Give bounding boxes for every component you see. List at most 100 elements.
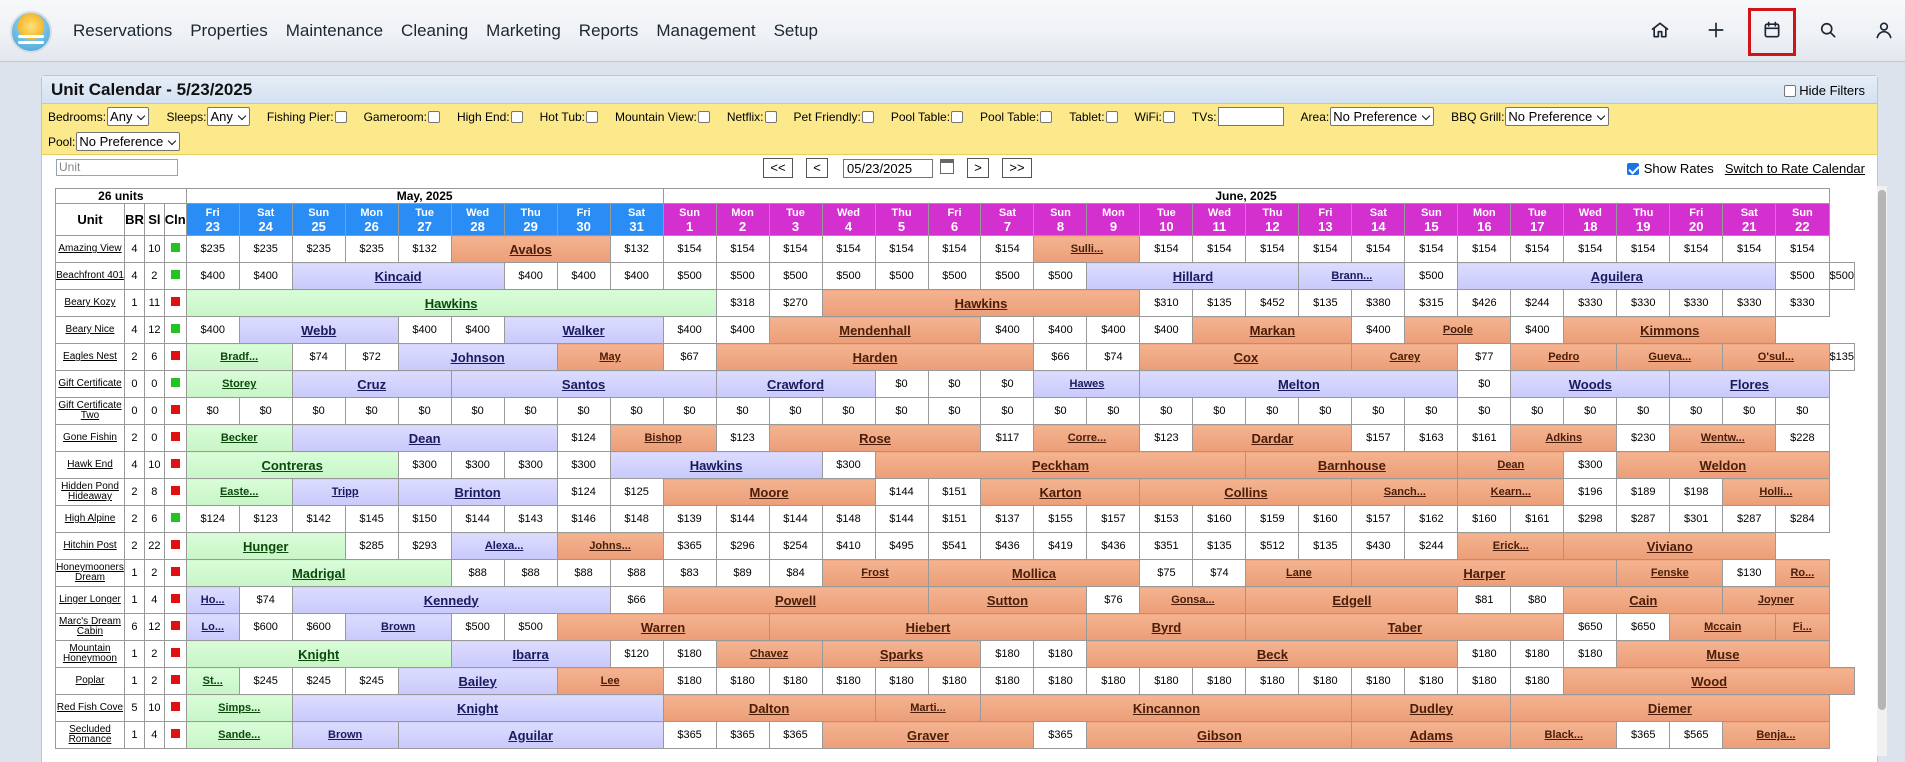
rate-cell[interactable]: $300 [1563,451,1618,479]
rate-cell[interactable]: $500 [503,613,558,641]
rate-cell[interactable]: $500 [927,262,982,290]
rate-cell[interactable]: $400 [397,316,452,344]
unit-name-link[interactable]: Beachfront 401 [55,262,125,290]
rate-cell[interactable]: $146 [556,505,611,533]
rate-cell[interactable]: $287 [1616,505,1671,533]
rate-cell[interactable]: $161 [1457,424,1512,452]
reservation-block[interactable]: Knight [291,694,664,722]
rate-cell[interactable]: $144 [450,505,505,533]
rate-cell[interactable]: $77 [1457,343,1512,371]
rate-cell[interactable]: $154 [1722,235,1777,263]
clean-status[interactable] [163,586,187,614]
rate-cell[interactable]: $154 [821,235,876,263]
reservation-block[interactable]: Sulli... [1033,235,1141,263]
rate-cell[interactable]: $315 [1404,289,1459,317]
reservation-block[interactable]: Hunger [185,532,346,560]
reservation-block[interactable]: Aguilar [397,721,664,749]
reservation-block[interactable]: Walker [503,316,664,344]
rate-cell[interactable]: $0 [927,397,982,425]
rate-cell[interactable]: $80 [1510,586,1565,614]
rate-cell[interactable]: $500 [1775,262,1830,290]
clean-status[interactable] [163,667,187,695]
date-input[interactable]: 05/23/2025 [843,159,933,178]
rate-cell[interactable]: $180 [1245,667,1300,695]
rate-cell[interactable]: $500 [1404,262,1459,290]
rate-cell[interactable]: $135 [1192,289,1247,317]
rate-cell[interactable]: $180 [821,667,876,695]
reservation-block[interactable]: Knight [185,640,452,668]
rate-cell[interactable]: $298 [1563,505,1618,533]
clean-status[interactable] [163,343,187,371]
filter-checkbox[interactable] [861,110,874,123]
reservation-block[interactable]: Sanch... [1351,478,1459,506]
rate-cell[interactable]: $300 [821,451,876,479]
clean-status[interactable] [163,289,187,317]
rate-cell[interactable]: $0 [344,397,399,425]
rate-cell[interactable]: $495 [874,532,929,560]
rate-cell[interactable]: $235 [185,235,240,263]
rate-cell[interactable]: $132 [397,235,452,263]
reservation-block[interactable]: St... [185,667,240,695]
rate-cell[interactable]: $196 [1563,478,1618,506]
rate-cell[interactable]: $410 [821,532,876,560]
reservation-block[interactable]: Ro... [1775,559,1830,587]
reservation-block[interactable]: Holli... [1722,478,1830,506]
home-icon[interactable] [1646,16,1674,44]
reservation-block[interactable]: Ibarra [450,640,611,668]
rate-cell[interactable]: $436 [1086,532,1141,560]
rate-cell[interactable]: $0 [1563,397,1618,425]
plus-icon[interactable] [1702,16,1730,44]
reservation-block[interactable]: Karton [980,478,1141,506]
rate-cell[interactable]: $0 [1510,397,1565,425]
rate-cell[interactable]: $500 [715,262,770,290]
reservation-block[interactable]: Woods [1510,370,1671,398]
reservation-block[interactable]: Viviano [1563,532,1777,560]
reservation-block[interactable]: Warren [556,613,770,641]
rate-cell[interactable]: $400 [662,316,717,344]
rate-cell[interactable]: $180 [1510,667,1565,695]
rate-cell[interactable]: $154 [1510,235,1565,263]
rate-cell[interactable]: $154 [1351,235,1406,263]
rate-cell[interactable]: $500 [980,262,1035,290]
reservation-block[interactable]: Dalton [662,694,876,722]
rate-cell[interactable]: $0 [1616,397,1671,425]
unit-name-link[interactable]: Marc's Dream Cabin [55,613,125,641]
rate-cell[interactable]: $157 [1351,424,1406,452]
rate-cell[interactable]: $66 [609,586,664,614]
rate-cell[interactable]: $154 [768,235,823,263]
reservation-block[interactable]: Graver [821,721,1035,749]
rate-cell[interactable]: $154 [927,235,982,263]
rate-cell[interactable]: $300 [397,451,452,479]
rate-cell[interactable]: $300 [503,451,558,479]
rate-cell[interactable]: $0 [1722,397,1777,425]
reservation-block[interactable]: Lee [556,667,664,695]
reservation-block[interactable]: Flores [1669,370,1830,398]
rate-cell[interactable]: $650 [1563,613,1618,641]
rate-cell[interactable]: $380 [1351,289,1406,317]
rate-cell[interactable]: $270 [768,289,823,317]
rate-cell[interactable]: $500 [1033,262,1088,290]
rate-cell[interactable]: $180 [662,667,717,695]
reservation-block[interactable]: Hawkins [609,451,823,479]
rate-cell[interactable]: $400 [715,316,770,344]
hide-filters-checkbox[interactable] [1784,84,1797,97]
rate-cell[interactable]: $180 [768,667,823,695]
rate-cell[interactable]: $0 [1457,370,1512,398]
rate-cell[interactable]: $400 [185,262,240,290]
reservation-block[interactable]: O'sul... [1722,343,1830,371]
reservation-block[interactable]: Joyner [1722,586,1830,614]
clean-status[interactable] [163,370,187,398]
reservation-block[interactable]: Alexa... [450,532,558,560]
rate-cell[interactable]: $74 [238,586,293,614]
rate-cell[interactable]: $135 [1298,289,1353,317]
rate-cell[interactable]: $296 [715,532,770,560]
reservation-block[interactable]: Adams [1351,721,1512,749]
rate-cell[interactable]: $123 [715,424,770,452]
rate-cell[interactable]: $153 [1139,505,1194,533]
rate-cell[interactable]: $144 [874,505,929,533]
rate-cell[interactable]: $0 [768,397,823,425]
reservation-block[interactable]: Ho... [185,586,240,614]
unit-name-link[interactable]: Beary Nice [55,316,125,344]
reservation-block[interactable]: Johns... [556,532,664,560]
rate-cell[interactable]: $436 [980,532,1035,560]
